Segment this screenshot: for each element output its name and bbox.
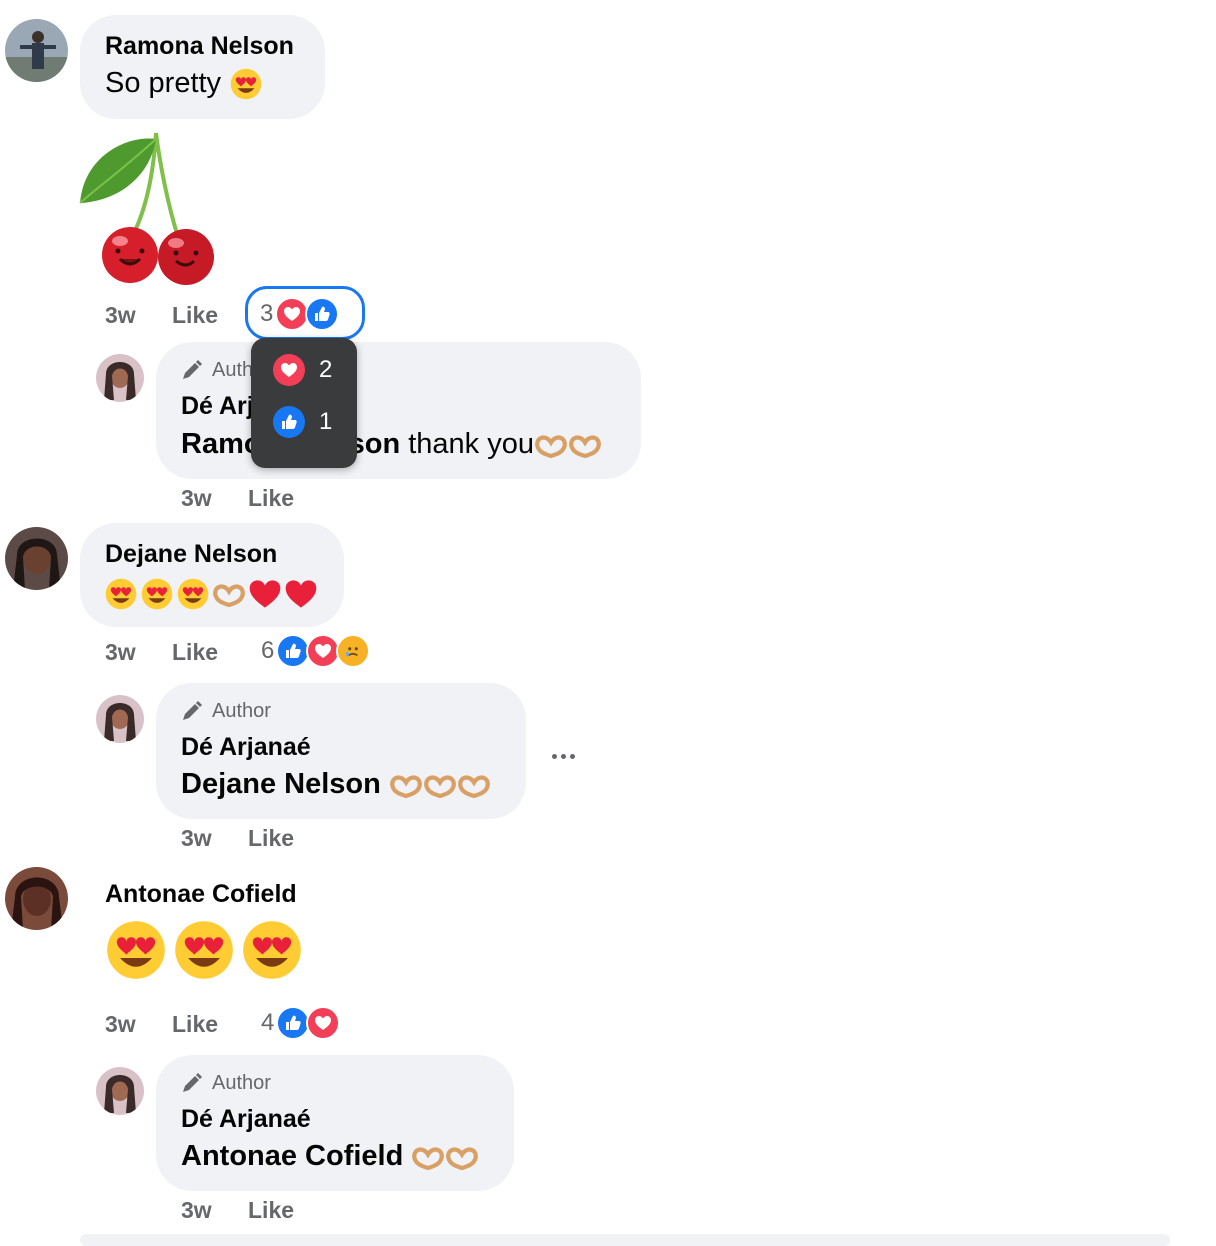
heart-hands-emoji-icon — [212, 581, 246, 607]
avatar[interactable] — [5, 867, 68, 930]
reaction-summary[interactable]: 4 — [261, 1006, 341, 1040]
reply-time[interactable]: 3w — [181, 485, 212, 512]
avatar[interactable] — [96, 695, 144, 743]
heart-hands-emoji-icon — [389, 772, 423, 798]
heart-eyes-emoji-icon — [140, 577, 174, 611]
reaction-summary[interactable]: 6 — [261, 634, 371, 668]
like-button[interactable]: Like — [172, 639, 218, 666]
heart-eyes-emoji-icon — [240, 918, 304, 982]
like-reaction-icon — [276, 1006, 311, 1040]
comment-author[interactable]: Antonae Cofield — [105, 880, 297, 909]
heart-hands-emoji-icon — [457, 772, 491, 798]
comment-emoji-text — [104, 577, 318, 611]
reply-time[interactable]: 3w — [181, 825, 212, 852]
reaction-count: 3 — [260, 300, 274, 327]
like-button[interactable]: Like — [248, 485, 294, 512]
like-reaction-icon — [273, 406, 305, 438]
mention-link[interactable]: Antonae Cofield — [181, 1140, 403, 1172]
heart-eyes-emoji-icon — [229, 67, 263, 101]
reaction-count: 6 — [261, 637, 275, 664]
avatar[interactable] — [5, 19, 68, 82]
comment-time[interactable]: 3w — [105, 1011, 136, 1038]
author-badge-label: Author — [212, 699, 271, 722]
reply-text: Ramona Nelson thank you — [181, 428, 602, 461]
heart-hands-emoji-icon — [445, 1144, 479, 1170]
love-reaction-icon — [306, 634, 341, 668]
love-reaction-icon — [306, 1006, 341, 1040]
comment-input-edge[interactable] — [80, 1234, 1170, 1246]
heart-eyes-emoji-icon — [104, 918, 168, 982]
heart-hands-emoji-icon — [423, 772, 457, 798]
avatar[interactable] — [96, 1067, 144, 1115]
like-reaction-icon — [276, 634, 311, 668]
mention-link[interactable]: Dejane Nelson — [181, 768, 381, 800]
comment-emoji-text — [104, 918, 304, 982]
pen-icon — [180, 1071, 204, 1095]
reaction-summary: 3 — [260, 297, 340, 331]
red-heart-emoji-icon — [284, 578, 318, 610]
like-button[interactable]: Like — [248, 825, 294, 852]
pen-icon — [180, 699, 204, 723]
heart-eyes-emoji-icon — [176, 577, 210, 611]
reaction-count: 4 — [261, 1009, 275, 1036]
avatar[interactable] — [5, 527, 68, 590]
reply-text: Antonae Cofield — [181, 1140, 479, 1173]
like-reaction-icon — [305, 297, 340, 331]
heart-eyes-emoji-icon — [172, 918, 236, 982]
tooltip-love-count: 2 — [319, 356, 333, 383]
reply-author[interactable]: Dé Arjanaé — [181, 733, 311, 762]
more-options-icon[interactable] — [550, 746, 577, 764]
heart-hands-emoji-icon — [568, 432, 602, 458]
author-badge: Author — [180, 1071, 271, 1095]
comment-time[interactable]: 3w — [105, 302, 136, 329]
reply-time[interactable]: 3w — [181, 1197, 212, 1224]
comment-time[interactable]: 3w — [105, 639, 136, 666]
reply-author[interactable]: Dé Arjanaé — [181, 1105, 311, 1134]
comment-text: So pretty — [105, 67, 263, 101]
heart-hands-emoji-icon — [411, 1144, 445, 1170]
tooltip-like-count: 1 — [319, 408, 333, 435]
reply-text-content: thank you — [408, 428, 534, 460]
comment-bubble — [80, 523, 344, 627]
comment-text-content: So pretty — [105, 67, 222, 99]
reaction-tooltip: 2 1 — [251, 338, 357, 468]
comment-author[interactable]: Ramona Nelson — [105, 32, 294, 61]
author-badge-label: Author — [212, 1071, 271, 1094]
love-reaction-icon — [275, 297, 310, 331]
like-button[interactable]: Like — [248, 1197, 294, 1224]
like-button[interactable]: Like — [172, 1011, 218, 1038]
avatar[interactable] — [96, 354, 144, 402]
like-button[interactable]: Like — [172, 302, 218, 329]
love-reaction-icon — [273, 354, 305, 386]
reply-text: Dejane Nelson — [181, 768, 491, 801]
red-heart-emoji-icon — [248, 578, 282, 610]
comment-author[interactable]: Dejane Nelson — [105, 540, 277, 569]
cherry-sticker[interactable] — [78, 125, 218, 290]
heart-eyes-emoji-icon — [104, 577, 138, 611]
heart-hands-emoji-icon — [534, 432, 568, 458]
pen-icon — [180, 358, 204, 382]
author-badge: Author — [180, 699, 271, 723]
sad-reaction-icon — [336, 634, 371, 668]
